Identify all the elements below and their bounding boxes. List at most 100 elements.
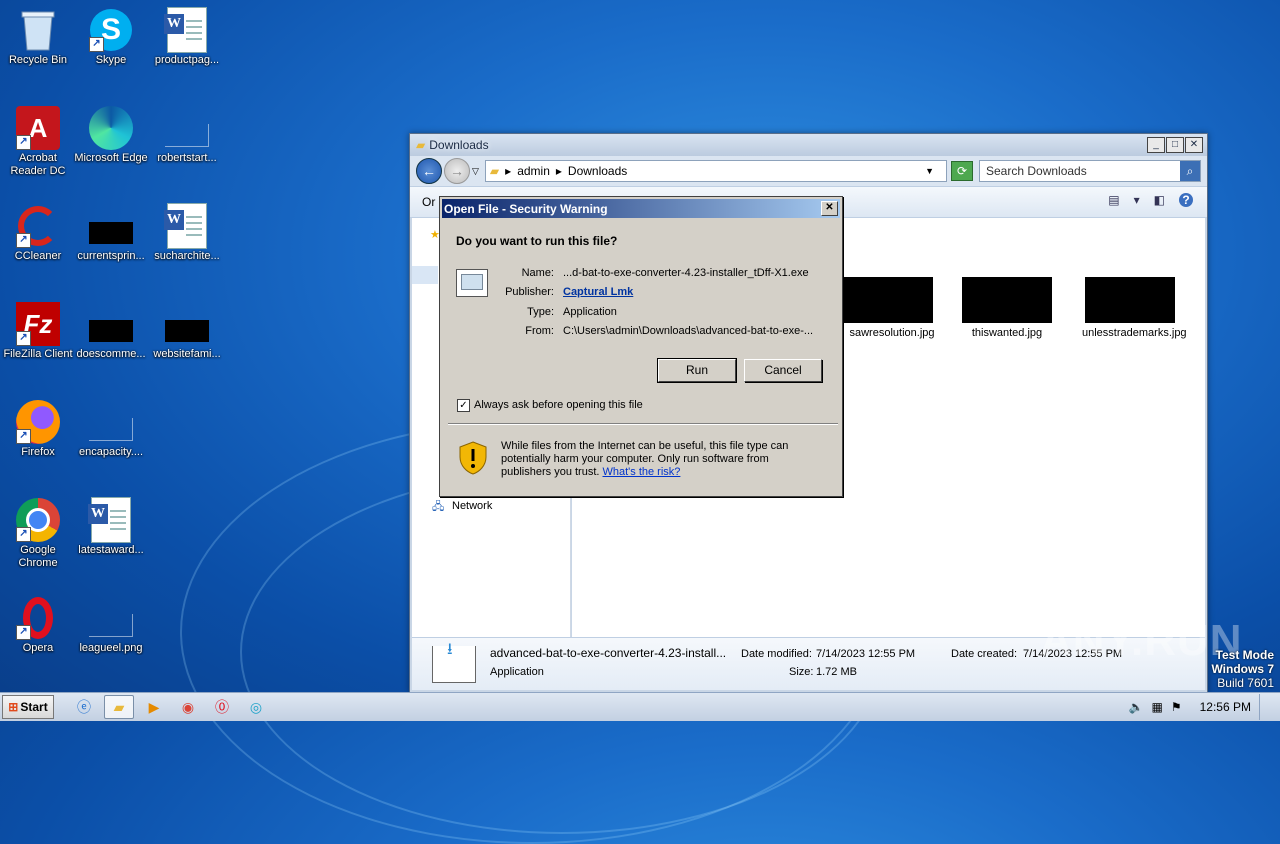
taskbar-chrome-icon[interactable]: ◉: [174, 696, 202, 718]
taskbar-ie-icon[interactable]: ⓔ: [70, 696, 98, 718]
file-item[interactable]: unlesstrademarks.jpg: [1082, 277, 1187, 339]
breadcrumb-downloads[interactable]: Downloads: [568, 164, 627, 178]
desktop-icon-skype[interactable]: S ↗ Skype: [73, 4, 149, 67]
breadcrumb-separator-icon[interactable]: ▸: [556, 164, 562, 178]
application-file-icon: [456, 269, 488, 297]
test-mode-watermark: Test Mode Windows 7 Build 7601: [1211, 648, 1274, 690]
search-icon[interactable]: ⌕: [1180, 161, 1200, 181]
desktop-icon-label: Google Chrome: [18, 544, 58, 569]
desktop-icon-opera[interactable]: ↗ Opera: [0, 592, 76, 655]
file-item[interactable]: thiswanted.jpg: [959, 277, 1055, 339]
desktop-icon-edge[interactable]: Microsoft Edge: [73, 102, 149, 165]
preview-pane-icon[interactable]: ◧: [1154, 193, 1165, 207]
whats-the-risk-link[interactable]: What's the risk?: [603, 466, 681, 478]
date-modified-label: Date modified:: [741, 648, 812, 660]
help-icon[interactable]: ?: [1179, 193, 1193, 207]
recycle-bin-icon: [16, 8, 60, 52]
organize-menu[interactable]: Or: [422, 195, 435, 209]
close-button[interactable]: ✕: [1185, 137, 1203, 153]
address-dropdown-icon[interactable]: ▼: [925, 166, 934, 176]
view-dropdown-icon[interactable]: ▾: [1134, 193, 1140, 207]
explorer-titlebar[interactable]: ▰ Downloads _ □ ✕: [410, 134, 1207, 156]
start-button[interactable]: ⊞ Start: [2, 695, 54, 719]
details-type: Application: [490, 666, 544, 678]
network-tray-icon[interactable]: ▦: [1152, 700, 1163, 714]
desktop-icon-label: Microsoft Edge: [74, 152, 148, 164]
image-thumbnail: [1085, 277, 1175, 323]
desktop-icon-label: Recycle Bin: [8, 54, 68, 66]
taskbar-opera-icon[interactable]: ⓪: [208, 696, 236, 718]
search-placeholder: Search Downloads: [986, 164, 1087, 178]
refresh-button[interactable]: ⟳: [951, 161, 973, 181]
desktop-icon-firefox[interactable]: ↗ Firefox: [0, 396, 76, 459]
desktop-icon-leagueel[interactable]: leagueel.png: [73, 592, 149, 655]
desktop-icon-websitefami[interactable]: websitefami...: [149, 298, 225, 361]
build-line: Build 7601: [1217, 676, 1274, 690]
desktop-icon-ccleaner[interactable]: ↗ CCleaner: [0, 200, 76, 263]
dialog-separator: [448, 423, 838, 425]
desktop-icon-sucharchite[interactable]: W sucharchite...: [149, 200, 225, 263]
size-label: Size:: [789, 666, 814, 678]
forward-button[interactable]: →: [444, 158, 470, 184]
desktop-icon-label: currentsprin...: [77, 250, 145, 262]
desktop-icon-encapacity[interactable]: encapacity....: [73, 396, 149, 459]
desktop-icon-acrobat[interactable]: A ↗ Acrobat Reader DC: [0, 102, 76, 178]
file-item[interactable]: sawresolution.jpg: [840, 277, 936, 339]
warning-text: While files from the Internet can be use…: [501, 440, 821, 479]
shortcut-arrow-icon: ↗: [16, 331, 31, 346]
desktop-icon-doescomme[interactable]: doescomme...: [73, 298, 149, 361]
clock[interactable]: 12:56 PM: [1200, 700, 1251, 714]
desktop-icon-robertstart[interactable]: robertstart...: [149, 102, 225, 165]
desktop-icon-label: latestaward...: [78, 544, 144, 556]
always-ask-checkbox[interactable]: ✓: [457, 399, 470, 412]
recent-pages-dropdown-icon[interactable]: ▽: [472, 166, 479, 177]
file-thumbnail-icon: [89, 302, 133, 346]
desktop-icon-label: robertstart...: [157, 152, 217, 164]
run-button[interactable]: Run: [657, 358, 737, 383]
name-label: Name:: [521, 267, 554, 279]
search-input[interactable]: Search Downloads ⌕: [979, 160, 1201, 182]
firefox-icon: ↗: [16, 400, 60, 444]
taskbar-explorer-icon[interactable]: ▰: [104, 695, 134, 719]
volume-icon[interactable]: 🔈: [1129, 700, 1144, 714]
windows-logo-icon: ⊞: [8, 700, 19, 714]
maximize-button[interactable]: □: [1166, 137, 1184, 153]
back-button[interactable]: ←: [416, 158, 442, 184]
security-warning-dialog[interactable]: Open File - Security Warning ✕ Do you wa…: [439, 196, 843, 497]
filezilla-icon: Fz ↗: [16, 302, 60, 346]
desktop-icon-label: productpag...: [154, 54, 220, 66]
dialog-close-button[interactable]: ✕: [821, 201, 838, 216]
desktop-icon-recycle-bin[interactable]: Recycle Bin: [0, 4, 76, 67]
desktop-icon-latestaward[interactable]: W latestaward...: [73, 494, 149, 557]
flag-icon[interactable]: ⚑: [1171, 700, 1182, 714]
desktop-icon-chrome[interactable]: ↗ Google Chrome: [0, 494, 76, 570]
nav-network-icon: 🖧: [432, 501, 445, 513]
dialog-title: Open File - Security Warning: [444, 201, 608, 216]
view-options-icon[interactable]: ▤: [1108, 193, 1119, 207]
breadcrumb-admin[interactable]: admin: [517, 164, 550, 178]
file-thumbnail-icon: [165, 106, 209, 150]
cancel-button[interactable]: Cancel: [744, 359, 822, 382]
address-bar[interactable]: ▰ ▸ admin ▸ Downloads ▼: [484, 160, 947, 182]
breadcrumb-separator-icon[interactable]: ▸: [505, 164, 511, 178]
desktop-icon-currentsprin[interactable]: currentsprin...: [73, 200, 149, 263]
chrome-icon: ↗: [16, 498, 60, 542]
folder-icon: ▰: [489, 164, 500, 178]
minimize-button[interactable]: _: [1147, 137, 1165, 153]
shortcut-arrow-icon: ↗: [16, 429, 31, 444]
desktop-icon-label: leagueel.png: [79, 642, 143, 654]
file-name: thiswanted.jpg: [971, 327, 1043, 339]
publisher-link[interactable]: Captural Lmk: [563, 286, 633, 298]
nav-network[interactable]: Network: [452, 500, 492, 512]
dialog-titlebar[interactable]: Open File - Security Warning ✕: [442, 199, 840, 218]
desktop-icon-label: Acrobat Reader DC: [10, 152, 66, 177]
nav-selected-item[interactable]: [412, 266, 438, 284]
desktop-icon-productpag[interactable]: W productpag...: [149, 4, 225, 67]
start-label: Start: [20, 700, 48, 714]
shortcut-arrow-icon: ↗: [16, 233, 31, 248]
taskbar-edge-icon[interactable]: ◎: [242, 696, 270, 718]
taskbar-media-player-icon[interactable]: ▶: [140, 696, 168, 718]
always-ask-label[interactable]: Always ask before opening this file: [474, 399, 643, 411]
desktop-icon-filezilla[interactable]: Fz ↗ FileZilla Client: [0, 298, 76, 361]
show-desktop-button[interactable]: [1259, 694, 1272, 720]
